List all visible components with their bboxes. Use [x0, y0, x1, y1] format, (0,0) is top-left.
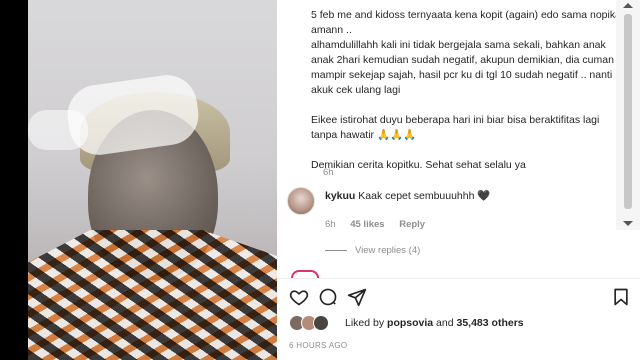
caption-paragraph-2: Eikee istirohat duyu beberapa hari ini b…	[311, 114, 603, 141]
window-left-edge	[0, 0, 28, 360]
view-replies-label: View replies (4)	[355, 245, 421, 256]
next-comment-avatar[interactable]	[291, 270, 319, 278]
commenter-avatar[interactable]	[287, 187, 315, 215]
liked-by-count[interactable]: 35,483 others	[457, 317, 524, 329]
liker-avatar-3[interactable]	[313, 315, 329, 331]
liked-by-row: Liked by popsovia and 35,483 others	[289, 314, 629, 332]
comment-text: Kaak cepet sembuuuhhh 🖤	[358, 190, 491, 202]
video-water-splash	[28, 110, 88, 150]
liked-by-text: Liked by popsovia and 35,483 others	[345, 316, 524, 331]
liked-by-connector: and	[436, 317, 454, 329]
comment-reply-button[interactable]: Reply	[399, 219, 425, 230]
post-video[interactable]	[28, 0, 277, 360]
heart-icon[interactable]	[289, 287, 309, 307]
replies-line	[325, 249, 347, 251]
comments-scrollbar[interactable]	[616, 0, 640, 230]
bookmark-icon[interactable]	[611, 287, 631, 307]
actions-divider	[277, 278, 640, 279]
view-replies-button[interactable]: View replies (4)	[325, 243, 420, 258]
caption-paragraph-1: 5 feb me and kidoss ternyaata kena kopit…	[311, 9, 621, 96]
comment-age: 6h	[325, 219, 336, 230]
video-subject-shirt	[28, 230, 277, 360]
post-timestamp: 6 HOURS AGO	[289, 341, 348, 350]
commenter-username[interactable]: kykuu	[325, 190, 355, 202]
comment-meta: 6h 45 likes Reply	[325, 217, 437, 232]
caption-age: 6h	[323, 167, 334, 178]
post-caption: 5 feb me and kidoss ternyaata kena kopit…	[311, 8, 621, 188]
comment-body: kykuu Kaak cepet sembuuuhhh 🖤	[325, 189, 615, 204]
liked-by-user[interactable]: popsovia	[387, 317, 433, 329]
comment-icon[interactable]	[318, 287, 338, 307]
caption-paragraph-3: Demikian cerita kopitku. Sehat sehat sel…	[311, 159, 526, 171]
liked-by-prefix: Liked by	[345, 317, 385, 329]
send-icon[interactable]	[347, 287, 367, 307]
comment-likes[interactable]: 45 likes	[350, 219, 384, 230]
post-details-panel: 5 feb me and kidoss ternyaata kena kopit…	[277, 0, 640, 360]
post-actions-bar	[289, 287, 629, 307]
